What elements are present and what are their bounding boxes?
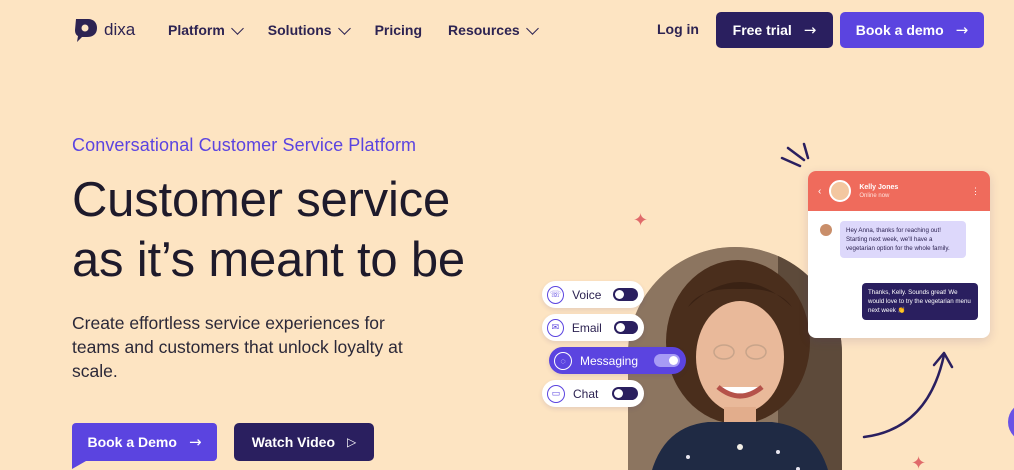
free-trial-button[interactable]: Free trial → [716,12,833,48]
headline-line-2: as it’s meant to be [72,233,465,287]
chat-icon: ▭ [547,384,565,403]
agent-name: Kelly Jones [859,183,899,191]
sparkle-icon: ✦ [633,210,649,231]
dixa-logo[interactable]: dixa [74,17,135,43]
arrow-right-icon: → [803,21,817,39]
agent-avatar [829,180,852,202]
chat-widget: ‹ Kelly Jones Online now ⋮ Hey Anna, tha… [808,171,990,338]
outgoing-message: Thanks, Kelly. Sounds great! We would lo… [862,283,978,320]
book-demo-cta-label: Book a Demo [87,434,177,450]
chat-launcher-button[interactable] [1008,402,1014,442]
channel-chat[interactable]: ▭ Chat [542,380,644,407]
nav-pricing[interactable]: Pricing [375,22,422,38]
arrow-right-icon: → [188,433,202,451]
nav-solutions-label: Solutions [267,22,332,38]
watch-video-button[interactable]: Watch Video ▷ [234,423,374,461]
dixa-logo-icon [75,19,97,42]
headline-line-1: Customer service [72,173,451,227]
channel-email[interactable]: ✉ Email [542,314,644,341]
channel-voice-label: Voice [572,287,602,302]
hero-eyebrow: Conversational Customer Service Platform [72,135,417,155]
logo-text: dixa [104,20,136,39]
incoming-message: Hey Anna, thanks for reaching out! Start… [840,221,966,258]
channel-voice[interactable]: ☏ Voice [542,281,644,308]
nav-pricing-label: Pricing [374,22,423,38]
arrow-right-icon: → [955,21,969,39]
channel-email-label: Email [571,320,602,335]
login-link[interactable]: Log in [657,21,699,37]
agent-mini-avatar [820,224,832,236]
chevron-left-icon[interactable]: ‹ [818,186,821,197]
channel-messaging-label: Messaging [580,353,639,368]
free-trial-label: Free trial [732,22,792,38]
chat-header: ‹ Kelly Jones Online now ⋮ [808,171,990,211]
agent-status: Online now [859,192,890,199]
sparkle-icon: ✦ [911,453,927,470]
chat-toggle[interactable] [612,387,638,400]
messaging-toggle[interactable] [654,354,680,367]
nav-solutions[interactable]: Solutions [267,21,351,38]
voice-toggle[interactable] [613,288,638,301]
phone-icon: ☏ [547,285,565,304]
hero-subtext: Create effortless service experiences fo… [72,313,403,381]
nav-resources[interactable]: Resources [448,21,539,38]
message-icon: ◌ [554,351,572,370]
email-toggle[interactable] [613,321,638,334]
nav-resources-label: Resources [448,22,520,38]
channel-messaging[interactable]: ◌ Messaging [549,347,686,374]
channel-chat-label: Chat [573,386,599,401]
hero-headline: Customer service as it’s meant to be [72,170,465,290]
curved-arrow-decoration [862,351,954,439]
watch-video-label: Watch Video [251,434,335,450]
mail-icon: ✉ [547,318,564,337]
chevron-down-icon [525,21,539,35]
nav-platform[interactable]: Platform [168,21,244,38]
chevron-down-icon [337,21,351,35]
book-demo-header-label: Book a demo [855,22,944,38]
nav-platform-label: Platform [168,22,225,38]
main-nav: Platform Solutions Pricing Resources [168,21,539,38]
play-icon: ▷ [347,435,357,449]
book-demo-header-button[interactable]: Book a demo → [840,12,984,48]
cta-tail [72,461,86,469]
book-demo-cta-button[interactable]: Book a Demo → [72,423,217,461]
chevron-down-icon [230,21,244,35]
more-options-icon[interactable]: ⋮ [971,186,980,197]
